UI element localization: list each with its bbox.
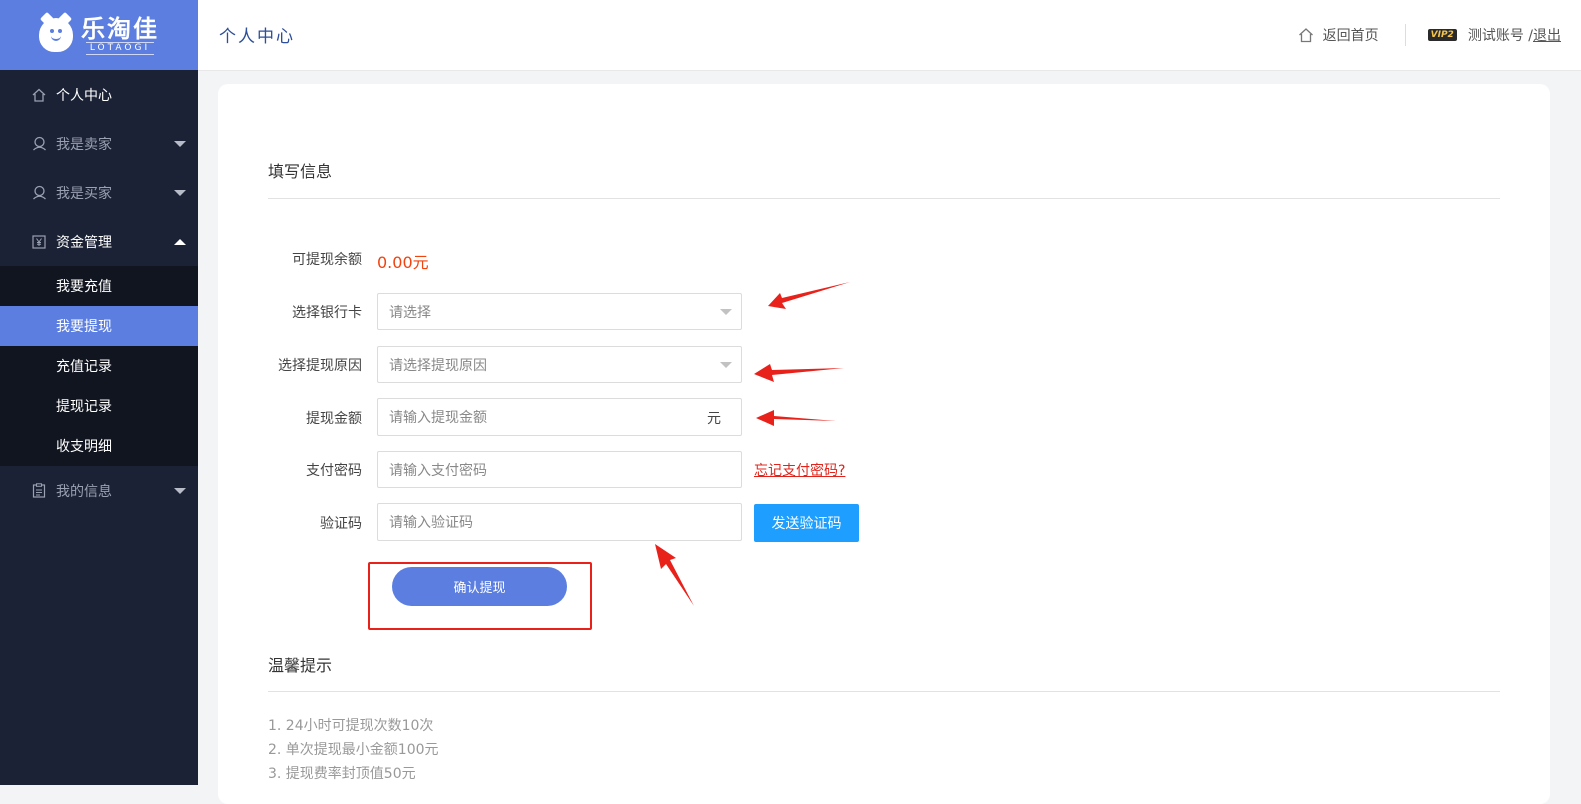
payment-password-placeholder: 请输入支付密码 [389,462,487,479]
dropdown-arrow-icon [720,362,732,368]
payment-password-label: 支付密码 [306,463,362,479]
chevron-down-icon [174,190,186,196]
clipboard-icon [31,483,47,499]
balance-value: 0.00元 [377,253,429,272]
user-icon [31,136,47,152]
sidebar-item-personal-center[interactable]: 个人中心 [0,70,198,119]
sidebar-item-funds[interactable]: 资金管理 [0,217,198,266]
sidebar: 乐淘佳 LOTAOGI 个人中心 我是卖家 我是买家 资金管理 我要充值 我要提… [0,0,198,785]
submenu-item-withdraw-records[interactable]: 提现记录 [0,386,198,426]
withdraw-reason-label: 选择提现原因 [278,358,362,374]
brand-name: 乐淘佳 [81,14,159,43]
sidebar-item-label: 我是买家 [56,185,112,202]
dropdown-arrow-icon [720,309,732,315]
logo-mascot-icon [39,18,73,52]
send-code-button[interactable]: 发送验证码 [754,504,859,542]
submenu-item-recharge-records[interactable]: 充值记录 [0,346,198,386]
submenu-item-transactions[interactable]: 收支明细 [0,426,198,466]
submenu-item-withdraw[interactable]: 我要提现 [0,306,198,346]
sidebar-item-label: 资金管理 [56,234,112,251]
bank-card-label: 选择银行卡 [292,305,362,321]
tips-list: 1. 24小时可提现次数10次 2. 单次提现最小金额100元 3. 提现费率封… [268,714,439,786]
user-icon [31,185,47,201]
bank-card-select[interactable]: 请选择 [377,293,742,330]
sidebar-menu: 个人中心 我是卖家 我是买家 资金管理 [0,70,198,266]
home-link[interactable]: 返回首页 [1298,25,1379,45]
sidebar-item-buyer[interactable]: 我是买家 [0,168,198,217]
payment-password-input[interactable]: 请输入支付密码 [377,451,742,488]
logout-link[interactable]: 退出 [1533,25,1561,45]
sidebar-item-label: 我是卖家 [56,136,112,153]
amount-placeholder: 请输入提现金额 [389,410,487,426]
annotation-arrow-icon [768,282,850,309]
chevron-down-icon [174,488,186,494]
tip-item: 1. 24小时可提现次数10次 [268,718,434,734]
sidebar-item-my-info[interactable]: 我的信息 [0,466,198,515]
home-icon [31,87,47,103]
top-header: 个人中心 返回首页 VIP2 测试账号 / 退出 [198,0,1581,71]
divider [1404,24,1406,46]
brand-name-en: LOTAOGI [85,41,155,55]
home-icon [1298,28,1313,43]
verification-code-label: 验证码 [320,516,362,532]
form-section-title: 填写信息 [268,162,333,181]
chevron-down-icon [174,141,186,147]
bank-card-placeholder: 请选择 [389,304,431,321]
amount-input[interactable]: 请输入提现金额 元 [377,398,742,436]
annotation-arrow-icon [655,544,694,606]
divider [268,691,1500,692]
withdraw-reason-placeholder: 请选择提现原因 [389,357,487,374]
page-title: 个人中心 [219,27,295,47]
tip-item: 3. 提现费率封顶值50元 [268,766,416,782]
brand-logo[interactable]: 乐淘佳 LOTAOGI [0,0,198,70]
amount-label: 提现金额 [306,411,362,427]
vip-badge: VIP2 [1427,29,1457,41]
chevron-up-icon [174,239,186,245]
confirm-withdraw-button[interactable]: 确认提现 [392,567,567,606]
sidebar-item-label: 个人中心 [56,87,112,104]
tip-item: 2. 单次提现最小金额100元 [268,742,439,758]
home-link-label: 返回首页 [1322,28,1379,44]
annotation-arrow-icon [756,410,836,426]
annotation-arrow-icon [754,364,844,382]
funds-submenu: 我要充值 我要提现 充值记录 提现记录 收支明细 [0,266,198,466]
balance-label: 可提现余额 [292,252,362,268]
sidebar-item-seller[interactable]: 我是卖家 [0,119,198,168]
amount-unit: 元 [707,411,721,427]
withdraw-card: 填写信息 可提现余额 0.00元 选择银行卡 请选择 选择提现原因 请选择提现原… [218,84,1550,804]
yen-icon [31,234,47,250]
tips-section-title: 温馨提示 [268,656,333,675]
verification-code-input[interactable]: 请输入验证码 [377,503,742,541]
withdraw-reason-select[interactable]: 请选择提现原因 [377,346,742,383]
divider [268,198,1500,199]
submenu-item-recharge[interactable]: 我要充值 [0,266,198,306]
verification-code-placeholder: 请输入验证码 [389,515,473,531]
forgot-password-link[interactable]: 忘记支付密码? [754,460,845,480]
sidebar-item-label: 我的信息 [56,483,112,500]
account-name: 测试账号 / [1467,28,1533,44]
